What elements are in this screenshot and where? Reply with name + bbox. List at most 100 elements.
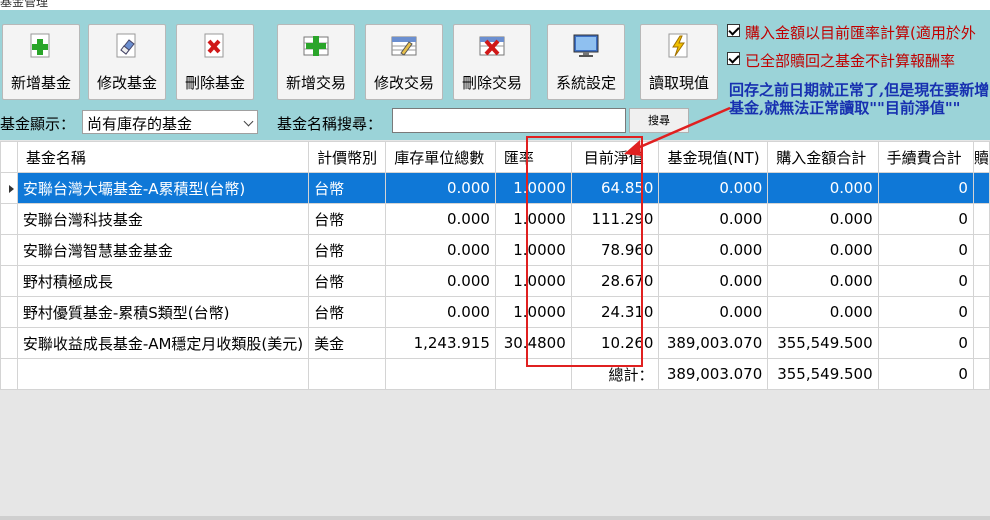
edit-fund-button[interactable]: 修改基金 [88,24,166,100]
total-purchase: 355,549.500 [767,358,879,390]
table-cell[interactable] [972,296,990,328]
table-cell[interactable]: 1,243.915 [385,327,496,359]
system-settings-button[interactable]: 系統設定 [547,24,625,100]
table-cell[interactable] [972,234,990,266]
checkbox-checked-icon[interactable] [727,24,740,37]
row-header[interactable] [0,296,18,328]
window-title-bar: 基金管理 [0,0,990,10]
table-cell[interactable]: 0 [877,234,974,266]
table-cell[interactable]: 0.000 [767,265,879,297]
table-cell[interactable] [972,265,990,297]
table-cell[interactable]: 28.670 [570,265,660,297]
table-cell[interactable]: 安聯台灣智慧基金基金 [16,234,310,266]
row-header[interactable] [0,327,18,359]
table-cell[interactable]: 台幣 [308,172,387,204]
table-row[interactable]: 野村積極成長 台幣 0.000 1.0000 28.670 0.000 0.000 0 [0,265,990,297]
table-cell[interactable]: 0 [877,327,974,359]
table-cell[interactable]: 0 [877,172,974,204]
lightning-icon [668,33,688,58]
table-cell[interactable]: 0.000 [767,234,879,266]
edit-transaction-button[interactable]: 修改交易 [365,24,443,100]
table-cell[interactable]: 0.000 [385,234,496,266]
table-cell [308,358,387,390]
row-header[interactable] [0,172,18,204]
table-cell[interactable]: 安聯收益成長基金-AM穩定月收類股(美元) [16,327,310,359]
add-transaction-button[interactable]: 新增交易 [277,24,355,100]
table-cell[interactable]: 台幣 [308,265,387,297]
table-row[interactable]: 野村優質基金-累積S類型(台幣) 台幣 0.000 1.0000 24.310 0.000… [0,296,990,328]
table-cell[interactable]: 0 [877,296,974,328]
table-row[interactable]: 安聯台灣科技基金 台幣 0.000 1.0000 111.290 0.000 0.000 0 [0,203,990,235]
checkbox-checked-icon[interactable] [727,52,740,65]
table-cell[interactable]: 0.000 [767,172,879,204]
table-row[interactable]: 安聯收益成長基金-AM穩定月收類股(美元) 美金 1,243.915 30.4800 1… [0,327,990,359]
system-settings-label: 系統設定 [555,74,616,92]
table-cell[interactable] [972,327,990,359]
table-cell[interactable]: 0.000 [767,203,879,235]
row-header[interactable] [0,203,18,235]
table-cell[interactable]: 野村積極成長 [16,265,310,297]
fund-search-input[interactable] [392,108,626,133]
table-cell[interactable]: 0.000 [658,172,769,204]
column-header[interactable]: 贖 [972,141,990,173]
search-button[interactable]: 搜尋 [629,108,689,133]
table-cell[interactable]: 1.0000 [494,203,572,235]
fund-filter-select[interactable]: 尚有庫存的基金 [82,110,258,134]
chevron-down-icon[interactable] [243,116,254,127]
column-header[interactable]: 購入金額合計 [767,141,879,173]
row-header[interactable] [0,234,18,266]
table-cell[interactable]: 1.0000 [494,265,572,297]
delete-transaction-button[interactable]: 刪除交易 [453,24,531,100]
edit-fund-label: 修改基金 [96,74,157,92]
table-cell[interactable]: 安聯台灣大壩基金-A累積型(台幣) [16,172,310,204]
table-cell[interactable]: 1.0000 [494,172,572,204]
column-header[interactable]: 基金現值(NT) [658,141,769,173]
table-cell[interactable]: 0.000 [658,265,769,297]
column-header[interactable]: 計價幣別 [308,141,387,173]
table-edit-icon [391,36,417,56]
table-cell[interactable]: 1.0000 [494,234,572,266]
row-header[interactable] [0,265,18,297]
table-cell[interactable]: 64.850 [570,172,660,204]
table-cell[interactable]: 355,549.500 [767,327,879,359]
table-cell[interactable]: 0.000 [385,296,496,328]
column-header[interactable]: 基金名稱 [16,141,310,173]
table-cell[interactable]: 0.000 [658,234,769,266]
table-cell[interactable]: 0.000 [658,203,769,235]
column-header[interactable]: 庫存單位總數 [385,141,496,173]
column-header[interactable]: 匯率 [494,141,572,173]
column-header[interactable]: 手續費合計 [877,141,974,173]
column-header[interactable]: 目前淨值 [570,141,660,173]
table-cell[interactable]: 安聯台灣科技基金 [16,203,310,235]
table-cell[interactable]: 78.960 [570,234,660,266]
row-header-corner [0,141,18,173]
table-cell[interactable]: 0.000 [767,296,879,328]
table-cell[interactable]: 台幣 [308,203,387,235]
table-delete-icon [479,36,505,56]
fund-filter-value: 尚有庫存的基金 [87,115,193,133]
read-current-value-button[interactable]: 讀取現值 [640,24,718,100]
table-cell[interactable]: 0.000 [385,203,496,235]
table-cell[interactable]: 0.000 [385,172,496,204]
delete-fund-button[interactable]: 刪除基金 [176,24,254,100]
table-cell[interactable]: 美金 [308,327,387,359]
table-cell[interactable]: 台幣 [308,234,387,266]
table-cell[interactable]: 0.000 [385,265,496,297]
table-cell[interactable]: 24.310 [570,296,660,328]
table-cell[interactable]: 野村優質基金-累積S類型(台幣) [16,296,310,328]
table-cell[interactable]: 30.4800 [494,327,572,359]
table-cell[interactable] [972,172,990,204]
table-cell[interactable]: 1.0000 [494,296,572,328]
table-cell[interactable]: 0 [877,203,974,235]
table-cell[interactable]: 10.260 [570,327,660,359]
table-cell[interactable]: 389,003.070 [658,327,769,359]
table-cell[interactable]: 111.290 [570,203,660,235]
table-row[interactable]: 安聯台灣智慧基金基金 台幣 0.000 1.0000 78.960 0.000 0.000 0 [0,234,990,266]
table-cell[interactable]: 台幣 [308,296,387,328]
table-row[interactable]: 安聯台灣大壩基金-A累積型(台幣) 台幣 0.000 1.0000 64.850 0.00… [0,172,990,204]
table-cell[interactable] [972,203,990,235]
add-fund-button[interactable]: 新增基金 [2,24,80,100]
table-cell[interactable]: 0.000 [658,296,769,328]
table-plus-icon [303,36,329,56]
table-cell[interactable]: 0 [877,265,974,297]
